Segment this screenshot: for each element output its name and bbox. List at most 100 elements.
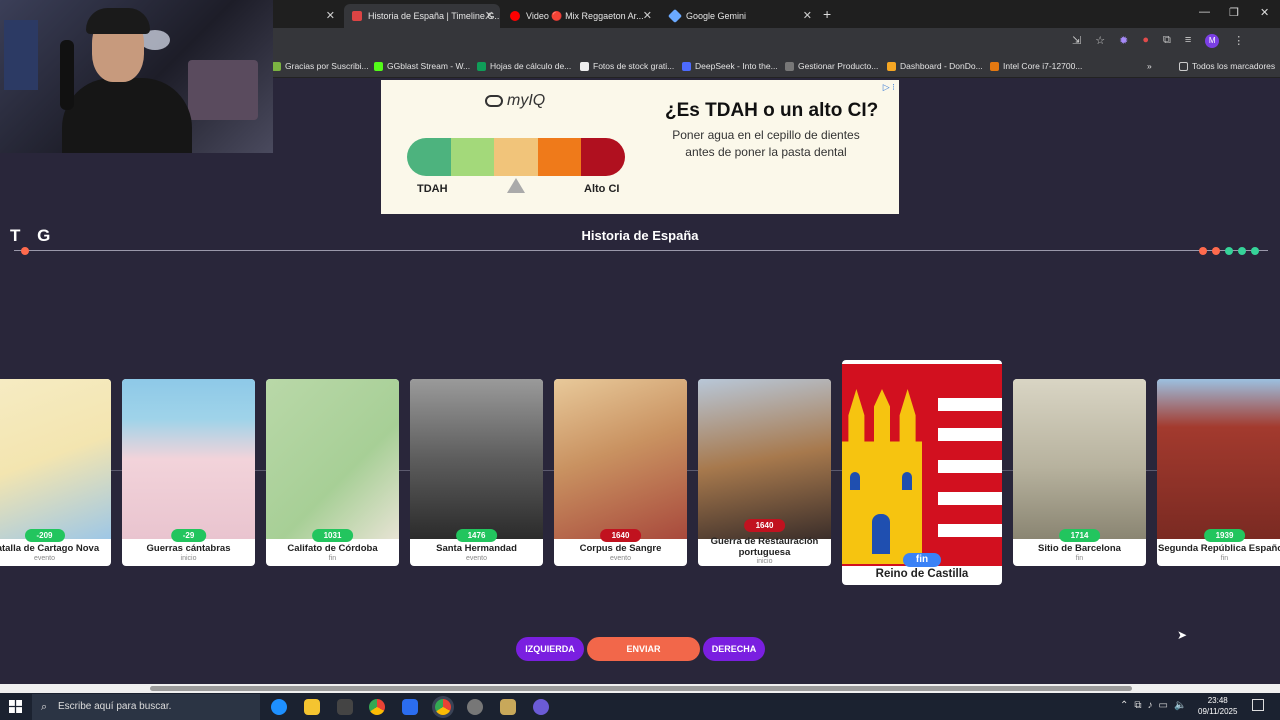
flag-stripe bbox=[938, 492, 1002, 505]
flag-stripe bbox=[938, 398, 1002, 411]
scrollbar-thumb[interactable] bbox=[150, 686, 1132, 691]
timeline-card[interactable]: 1031 Califato de Córdoba fin bbox=[266, 379, 399, 566]
tab-gemini[interactable]: Google Gemini ✕ bbox=[662, 4, 818, 28]
file-explorer-icon[interactable] bbox=[304, 699, 320, 715]
current-card[interactable]: fin Reino de Castilla bbox=[842, 360, 1002, 585]
close-tab-icon[interactable]: ✕ bbox=[485, 9, 494, 22]
bookmark-label: Fotos de stock grati... bbox=[593, 61, 675, 71]
life-dot bbox=[1199, 247, 1207, 255]
network-icon[interactable]: ▭ bbox=[1159, 700, 1168, 711]
tray-app-icon[interactable]: ⧉ bbox=[1134, 700, 1141, 711]
new-tab-button[interactable]: + bbox=[823, 6, 831, 22]
adchoices-icon[interactable]: ▷ ⁝ bbox=[883, 82, 895, 93]
taskbar-clock[interactable]: 23:48 09/11/2025 bbox=[1198, 695, 1237, 717]
more-bookmarks-button[interactable]: » bbox=[1147, 61, 1152, 71]
restore-icon[interactable]: ❐ bbox=[1229, 6, 1239, 19]
close-window-icon[interactable]: ✕ bbox=[1260, 6, 1269, 19]
install-icon[interactable]: ⇲ bbox=[1072, 34, 1081, 48]
search-icon: ⌕ bbox=[41, 701, 48, 713]
bookmark-favicon-icon bbox=[272, 61, 281, 71]
clock-time: 23:48 bbox=[1207, 696, 1228, 705]
timeline-card[interactable]: 1939 Segunda República Española fin bbox=[1157, 379, 1280, 566]
bookmark-item[interactable]: Fotos de stock grati... bbox=[580, 61, 674, 71]
chrome-active-icon[interactable] bbox=[435, 699, 451, 715]
life-dot bbox=[1251, 247, 1259, 255]
microphone-icon[interactable]: ♪ bbox=[1148, 700, 1153, 711]
flag-stripe bbox=[938, 524, 1002, 537]
edge-icon[interactable] bbox=[271, 699, 287, 715]
card-year-badge: 1939 bbox=[1203, 529, 1246, 542]
card-title: Guerras cántabras bbox=[146, 543, 231, 554]
notifications-icon[interactable] bbox=[1252, 699, 1264, 711]
tab-previous[interactable]: ✕ bbox=[275, 4, 341, 28]
meter-segment bbox=[450, 138, 495, 176]
ad-brand: myIQ bbox=[507, 92, 546, 109]
close-tab-icon[interactable]: ✕ bbox=[803, 9, 812, 22]
card-title: Batalla de Cartago Nova bbox=[0, 543, 100, 554]
app-icon[interactable] bbox=[402, 699, 418, 715]
advertisement-banner[interactable]: myIQ TDAH Alto CI ¿Es TDAH o un alto CI?… bbox=[381, 80, 899, 214]
horizontal-scrollbar[interactable] bbox=[0, 684, 1280, 693]
tab-video[interactable]: Video 🔴 Mix Reggaeton Ar... ✕ bbox=[502, 4, 658, 28]
bookmark-item[interactable]: Gestionar Producto... bbox=[785, 61, 878, 71]
bookmark-label: Dashboard - DonDo... bbox=[900, 61, 983, 71]
tab-title: Google Gemini bbox=[686, 11, 747, 21]
send-button[interactable]: ENVIAR bbox=[587, 637, 700, 661]
obs-icon[interactable] bbox=[467, 699, 483, 715]
app-icon[interactable] bbox=[337, 699, 353, 715]
discord-icon[interactable] bbox=[533, 699, 549, 715]
ad-subtext: Poner agua en el cepillo de dientes ante… bbox=[672, 128, 860, 159]
volume-icon[interactable]: 🔈 bbox=[1174, 700, 1186, 711]
media-icon[interactable]: ≡ bbox=[1185, 34, 1191, 48]
gemini-icon bbox=[667, 8, 683, 24]
page-title: Historia de España bbox=[581, 228, 699, 243]
castle-window bbox=[902, 472, 912, 490]
app-icon[interactable] bbox=[500, 699, 516, 715]
bookmark-item[interactable]: Gracias por Suscribi... bbox=[272, 61, 369, 71]
meter-pointer-icon bbox=[507, 178, 525, 193]
taskbar-search-input[interactable]: ⌕ Escribe aquí para buscar. bbox=[32, 694, 260, 720]
bookmark-item[interactable]: GGblast Stream - W... bbox=[374, 61, 470, 71]
menu-kebab-icon[interactable]: ⋮ bbox=[1233, 34, 1244, 48]
all-bookmarks-folder[interactable]: Todos los marcadores bbox=[1179, 61, 1275, 71]
bookmark-item[interactable]: DeepSeek - Into the... bbox=[682, 61, 778, 71]
current-card-title: Reino de Castilla bbox=[875, 568, 969, 580]
flag-stripe bbox=[938, 428, 1002, 441]
close-tab-icon[interactable]: ✕ bbox=[643, 9, 652, 22]
extension-red-icon[interactable]: ● bbox=[1142, 34, 1149, 48]
close-tab-icon[interactable]: ✕ bbox=[326, 9, 335, 22]
tab-title: Historia de España | Timeline.G... bbox=[368, 11, 500, 21]
system-tray[interactable]: ⌃ ⧉ ♪ ▭ 🔈 bbox=[1120, 700, 1186, 711]
card-image-painting bbox=[698, 379, 831, 539]
card-title: Segunda República Española bbox=[1157, 543, 1280, 554]
meter-segment bbox=[407, 138, 451, 176]
chevron-up-icon[interactable]: ⌃ bbox=[1120, 700, 1128, 711]
profile-avatar[interactable]: M bbox=[1205, 34, 1220, 48]
meter-segment bbox=[537, 138, 582, 176]
deepseek-icon bbox=[682, 61, 691, 71]
lives-indicator bbox=[1199, 247, 1259, 255]
timeline-card[interactable]: -29 Guerras cántabras inicio bbox=[122, 379, 255, 566]
globe-icon bbox=[785, 61, 794, 71]
search-placeholder: Escribe aquí para buscar. bbox=[58, 701, 172, 712]
extensions-puzzle-icon[interactable]: ⧉ bbox=[1163, 34, 1171, 48]
tab-historia[interactable]: Historia de España | Timeline.G... ✕ bbox=[344, 4, 500, 28]
minimize-icon[interactable]: — bbox=[1199, 6, 1210, 18]
right-button[interactable]: DERECHA bbox=[703, 637, 765, 661]
progress-line bbox=[14, 250, 1268, 251]
timeline-card[interactable]: 1640 Guerra de Restauración portuguesa i… bbox=[698, 379, 831, 566]
timeline-card[interactable]: 1476 Santa Hermandad evento bbox=[410, 379, 543, 566]
streamer-body bbox=[62, 78, 192, 153]
extension-gear-icon[interactable]: ✹ bbox=[1119, 34, 1128, 48]
bookmark-item[interactable]: Intel Core i7-12700... bbox=[990, 61, 1082, 71]
chrome-icon[interactable] bbox=[369, 699, 385, 715]
timeline-card[interactable]: 1640 Corpus de Sangre evento bbox=[554, 379, 687, 566]
bookmark-label: DeepSeek - Into the... bbox=[695, 61, 778, 71]
left-button[interactable]: IZQUIERDA bbox=[516, 637, 584, 661]
timeline-card[interactable]: 1714 Sitio de Barcelona fin bbox=[1013, 379, 1146, 566]
bookmark-star-icon[interactable]: ☆ bbox=[1095, 34, 1105, 48]
bookmark-item[interactable]: Hojas de cálculo de... bbox=[477, 61, 571, 71]
bookmark-item[interactable]: Dashboard - DonDo... bbox=[887, 61, 983, 71]
timeline-card[interactable]: -209 Batalla de Cartago Nova evento bbox=[0, 379, 111, 566]
card-year-badge: 1476 bbox=[455, 529, 498, 542]
